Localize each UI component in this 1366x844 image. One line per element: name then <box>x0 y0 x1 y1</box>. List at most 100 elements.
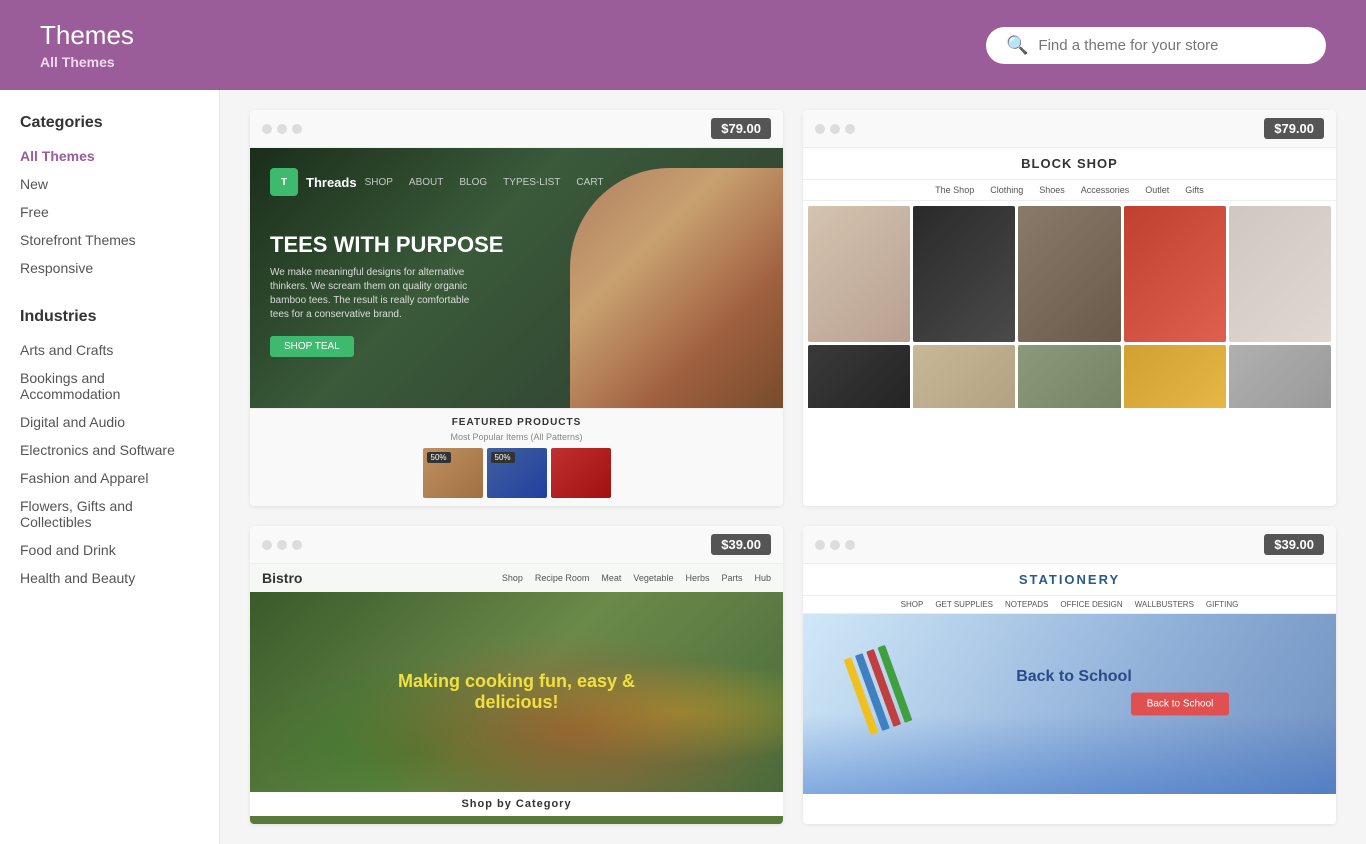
sidebar-link-free[interactable]: Free <box>20 202 199 222</box>
featured-badge-2: 50% <box>491 452 515 463</box>
sidebar-item-food-drink[interactable]: Food and Drink <box>20 540 199 560</box>
sidebar-item-health-beauty[interactable]: Health and Beauty <box>20 568 199 588</box>
featured-item-2[interactable]: 50% <box>487 448 547 498</box>
site-title: Themes <box>40 20 134 51</box>
blockshop-product-grid <box>803 201 1336 408</box>
theme-card-header-threads: $79.00 <box>250 110 783 148</box>
theme-card-stationery[interactable]: $39.00 STATIONERY SHOP GET SUPPLIES NOTE… <box>803 526 1336 824</box>
stationery-hero-title: Back to School <box>1016 668 1132 686</box>
threads-model-area <box>517 148 784 408</box>
sidebar-link-digital-audio[interactable]: Digital and Audio <box>20 412 199 432</box>
stationery-cta-button[interactable]: Back to School <box>1131 693 1230 716</box>
blockshop-item-2[interactable] <box>913 206 1015 342</box>
threads-logo-icon: T <box>270 168 298 196</box>
sidebar-item-responsive[interactable]: Responsive <box>20 258 199 278</box>
dot-2 <box>277 124 287 134</box>
search-icon: 🔍 <box>1006 35 1028 56</box>
featured-item-1[interactable]: 50% <box>423 448 483 498</box>
price-badge-bistro: $39.00 <box>711 534 771 555</box>
dot-1 <box>262 124 272 134</box>
threads-sub: We make meaningful designs for alternati… <box>270 266 470 322</box>
threads-cta-button[interactable]: SHOP TEAL <box>270 336 354 357</box>
header: Themes All Themes 🔍 <box>0 0 1366 90</box>
theme-card-header-bistro: $39.00 <box>250 526 783 564</box>
theme-preview-blockshop: BLOCK SHOP The Shop Clothing Shoes Acces… <box>803 148 1336 408</box>
blockshop-title: BLOCK SHOP <box>803 148 1336 180</box>
price-badge-stationery: $39.00 <box>1264 534 1324 555</box>
blockshop-item-9[interactable] <box>1124 345 1226 408</box>
theme-card-threads[interactable]: $79.00 T Threads SHOP ABOUT BLOG TYPES-L <box>250 110 783 506</box>
content-area: $79.00 T Threads SHOP ABOUT BLOG TYPES-L <box>220 90 1366 844</box>
industries-section: Industries Arts and Crafts Bookings and … <box>20 308 199 588</box>
bistro-logo: Bistro <box>262 570 302 586</box>
window-dots-4 <box>815 540 855 550</box>
header-title-block: Themes All Themes <box>40 20 134 69</box>
sidebar-link-all-themes[interactable]: All Themes <box>20 146 199 166</box>
sidebar-link-responsive[interactable]: Responsive <box>20 258 199 278</box>
dot-6 <box>845 124 855 134</box>
sidebar-link-bookings[interactable]: Bookings and Accommodation <box>20 368 199 404</box>
sidebar-item-flowers[interactable]: Flowers, Gifts and Collectibles <box>20 496 199 532</box>
bistro-hero: Making cooking fun, easy & delicious! <box>250 592 783 792</box>
stationery-title: STATIONERY <box>803 564 1336 596</box>
theme-card-blockshop[interactable]: $79.00 BLOCK SHOP The Shop Clothing Shoe… <box>803 110 1336 506</box>
bistro-nav-items: Shop Recipe Room Meat Vegetable Herbs Pa… <box>502 573 771 583</box>
featured-items: 50% 50% <box>258 448 775 498</box>
industries-title: Industries <box>20 308 199 326</box>
sidebar-item-storefront[interactable]: Storefront Themes <box>20 230 199 250</box>
price-badge-threads: $79.00 <box>711 118 771 139</box>
search-container: 🔍 <box>986 27 1326 64</box>
blockshop-item-6[interactable] <box>808 345 910 408</box>
sidebar-item-digital-audio[interactable]: Digital and Audio <box>20 412 199 432</box>
blockshop-item-7[interactable] <box>913 345 1015 408</box>
sidebar-link-fashion[interactable]: Fashion and Apparel <box>20 468 199 488</box>
threads-logo-name: Threads <box>306 175 357 190</box>
blockshop-item-3[interactable] <box>1018 206 1120 342</box>
theme-grid: $79.00 T Threads SHOP ABOUT BLOG TYPES-L <box>250 110 1336 824</box>
window-dots-2 <box>815 124 855 134</box>
bistro-title: Making cooking fun, easy & delicious! <box>383 671 650 713</box>
bistro-nav-bar: Bistro Shop Recipe Room Meat Vegetable H… <box>250 564 783 592</box>
sidebar-item-new[interactable]: New <box>20 174 199 194</box>
featured-item-3[interactable] <box>551 448 611 498</box>
blockshop-item-8[interactable] <box>1018 345 1120 408</box>
sidebar-item-all-themes[interactable]: All Themes <box>20 146 199 166</box>
sidebar-link-arts-crafts[interactable]: Arts and Crafts <box>20 340 199 360</box>
sidebar-link-food-drink[interactable]: Food and Drink <box>20 540 199 560</box>
dot-3 <box>292 124 302 134</box>
featured-label: FEATURED PRODUCTS <box>258 417 775 428</box>
sidebar-link-storefront[interactable]: Storefront Themes <box>20 230 199 250</box>
sidebar-item-arts-crafts[interactable]: Arts and Crafts <box>20 340 199 360</box>
dot-12 <box>845 540 855 550</box>
blockshop-item-4[interactable] <box>1124 206 1226 342</box>
blockshop-nav: The Shop Clothing Shoes Accessories Outl… <box>803 180 1336 201</box>
theme-preview-threads: T Threads SHOP ABOUT BLOG TYPES-LIST CAR… <box>250 148 783 408</box>
sidebar-item-bookings[interactable]: Bookings and Accommodation <box>20 368 199 404</box>
theme-card-header-blockshop: $79.00 <box>803 110 1336 148</box>
stationery-hero: Back to School Back to School <box>803 614 1336 794</box>
bistro-shop-by-category: Shop by Category <box>250 792 783 816</box>
threads-featured: FEATURED PRODUCTS Most Popular Items (Al… <box>250 408 783 506</box>
sidebar-link-flowers[interactable]: Flowers, Gifts and Collectibles <box>20 496 199 532</box>
sidebar-item-free[interactable]: Free <box>20 202 199 222</box>
blockshop-item-1[interactable] <box>808 206 910 342</box>
sidebar-item-fashion[interactable]: Fashion and Apparel <box>20 468 199 488</box>
theme-preview-bistro: Bistro Shop Recipe Room Meat Vegetable H… <box>250 564 783 824</box>
sidebar-link-electronics[interactable]: Electronics and Software <box>20 440 199 460</box>
dot-9 <box>292 540 302 550</box>
blockshop-item-10[interactable] <box>1229 345 1331 408</box>
stationery-nav: SHOP GET SUPPLIES NOTEPADS OFFICE DESIGN… <box>803 596 1336 614</box>
sidebar-link-new[interactable]: New <box>20 174 199 194</box>
blockshop-item-5[interactable] <box>1229 206 1331 342</box>
theme-preview-stationery: STATIONERY SHOP GET SUPPLIES NOTEPADS OF… <box>803 564 1336 824</box>
search-input[interactable] <box>1038 37 1306 54</box>
sidebar-item-electronics[interactable]: Electronics and Software <box>20 440 199 460</box>
dot-8 <box>277 540 287 550</box>
sidebar-link-health-beauty[interactable]: Health and Beauty <box>20 568 199 588</box>
industries-nav: Arts and Crafts Bookings and Accommodati… <box>20 340 199 588</box>
categories-nav: All Themes New Free Storefront Themes Re… <box>20 146 199 278</box>
price-badge-blockshop: $79.00 <box>1264 118 1324 139</box>
theme-card-bistro[interactable]: $39.00 Bistro Shop Recipe Room Meat Vege… <box>250 526 783 824</box>
bistro-hero-text: Making cooking fun, easy & delicious! <box>383 671 650 713</box>
sidebar: Categories All Themes New Free Storefron… <box>0 90 220 844</box>
